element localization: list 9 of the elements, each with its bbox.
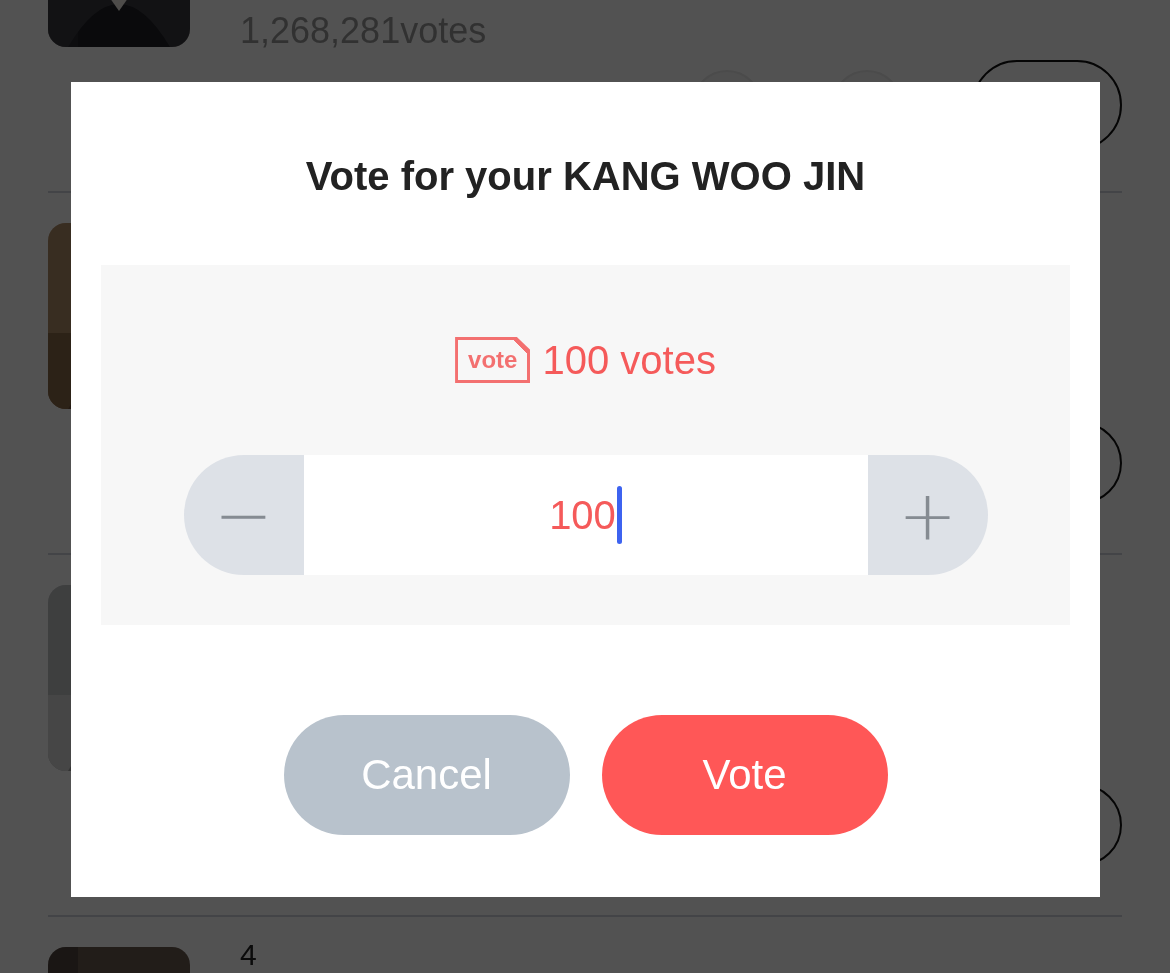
rank-number: 4 bbox=[240, 939, 258, 971]
decrease-button[interactable]: − bbox=[183, 455, 304, 575]
ticket-icon: vote bbox=[455, 337, 531, 383]
vote-total: 100 votes bbox=[542, 337, 716, 383]
amount-field[interactable]: 100 bbox=[303, 455, 868, 575]
increase-button[interactable]: + bbox=[867, 455, 988, 575]
cancel-button[interactable]: Cancel bbox=[283, 715, 570, 835]
dialog-title: Vote for your KANG WOO JIN bbox=[305, 154, 866, 199]
vote-button[interactable]: Vote bbox=[601, 715, 888, 835]
